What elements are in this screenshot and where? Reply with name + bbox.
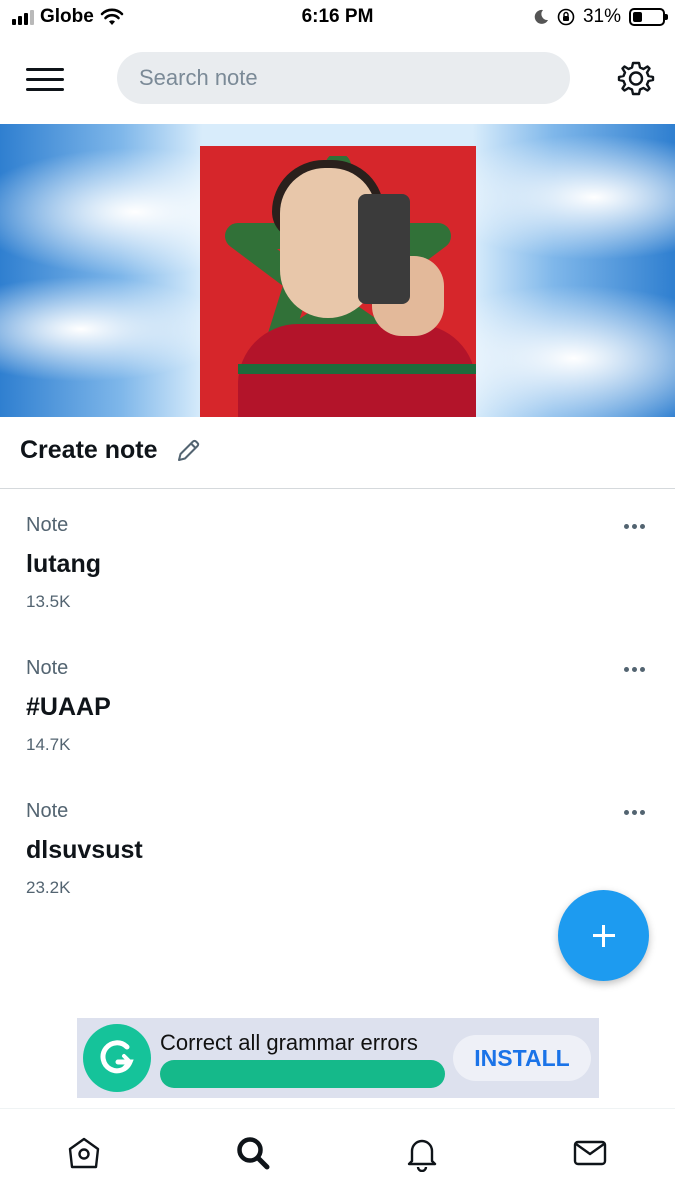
- battery-icon: [629, 8, 668, 26]
- note-count: 14.7K: [26, 735, 71, 754]
- more-options-icon[interactable]: [616, 659, 652, 679]
- ad-text: Correct all grammar errors: [160, 1030, 418, 1055]
- orientation-lock-icon: [557, 8, 575, 26]
- divider: [0, 488, 675, 489]
- note-name[interactable]: dlsuvsust: [26, 836, 143, 865]
- note-label: Note: [26, 800, 69, 822]
- create-note-header[interactable]: Create note: [20, 436, 202, 465]
- more-options-icon[interactable]: [616, 516, 652, 536]
- grammarly-logo-icon: [83, 1024, 151, 1092]
- note-label: Note: [26, 657, 69, 679]
- moon-icon: [534, 9, 548, 24]
- list-item[interactable]: Note lutang 13.5K: [0, 490, 675, 620]
- note-name[interactable]: #UAAP: [26, 693, 111, 722]
- note-name[interactable]: lutang: [26, 550, 101, 579]
- list-item[interactable]: Note #UAAP 14.7K: [0, 633, 675, 763]
- note-count: 23.2K: [26, 878, 71, 897]
- phone-graphic: [358, 194, 410, 304]
- top-bar: [0, 48, 675, 112]
- ad-banner[interactable]: Correct all grammar errors INSTALL: [77, 1018, 599, 1098]
- note-count: 13.5K: [26, 592, 71, 611]
- mail-icon[interactable]: [568, 1131, 612, 1175]
- install-button[interactable]: INSTALL: [453, 1035, 591, 1081]
- list-item[interactable]: Note dlsuvsust 23.2K: [0, 776, 675, 906]
- gear-icon[interactable]: [616, 58, 656, 98]
- status-right: 31%: [533, 6, 668, 28]
- search-icon[interactable]: [231, 1131, 275, 1175]
- create-note-title: Create note: [20, 436, 158, 464]
- hamburger-menu-icon[interactable]: [24, 64, 66, 94]
- note-label: Note: [26, 514, 69, 536]
- banner-image: [0, 124, 675, 417]
- ad-progress-bar: [160, 1060, 445, 1088]
- search-input[interactable]: [139, 65, 570, 91]
- bell-icon[interactable]: [400, 1131, 444, 1175]
- more-options-icon[interactable]: [616, 802, 652, 822]
- status-bar: Globe 6:16 PM 31%: [0, 0, 675, 36]
- pencil-icon[interactable]: [174, 437, 202, 465]
- profile-photo: [200, 146, 476, 417]
- bottom-nav: [0, 1108, 675, 1200]
- battery-percent: 31%: [582, 6, 621, 27]
- compose-button[interactable]: [558, 890, 649, 981]
- battery-fill: [633, 12, 642, 22]
- home-icon[interactable]: [62, 1131, 106, 1175]
- search-bar[interactable]: [117, 52, 570, 104]
